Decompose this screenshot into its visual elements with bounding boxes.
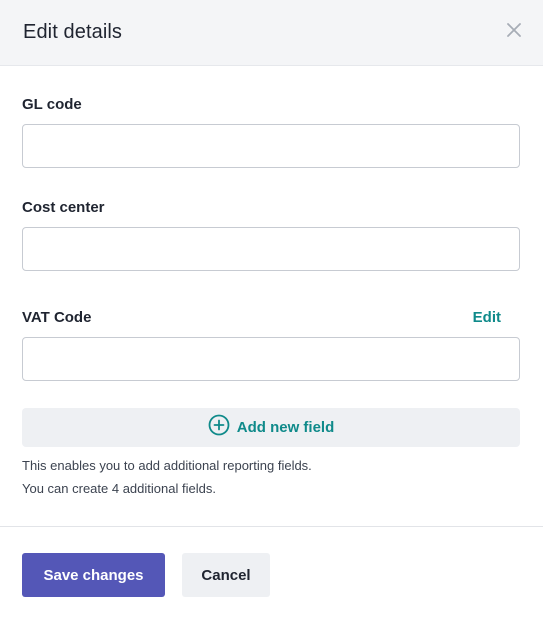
vat-code-field: VAT Code Edit [22,309,520,381]
gl-code-input[interactable] [22,124,520,168]
gl-code-field: GL code [22,96,520,168]
footer-divider [0,526,543,527]
plus-circle-icon [208,414,230,441]
save-changes-button[interactable]: Save changes [22,553,165,597]
modal-title: Edit details [23,21,123,43]
vat-code-edit-link[interactable]: Edit [473,309,501,326]
modal-header: Edit details [0,0,543,66]
cost-center-input[interactable] [22,227,520,271]
add-field-help-text: This enables you to add additional repor… [22,458,312,473]
cost-center-label: Cost center [22,199,105,216]
close-button[interactable] [502,21,526,45]
vat-code-input[interactable] [22,337,520,381]
remaining-fields-text: You can create 4 additional fields. [22,481,216,496]
add-new-field-button[interactable]: Add new field [22,408,520,447]
cost-center-field: Cost center [22,199,520,271]
vat-code-label: VAT Code [22,309,92,326]
edit-details-modal: Edit details GL code Cost center VAT Cod… [0,0,543,619]
gl-code-label: GL code [22,96,82,113]
add-new-field-label: Add new field [236,419,335,436]
cancel-button[interactable]: Cancel [182,553,270,597]
close-icon [507,23,521,42]
